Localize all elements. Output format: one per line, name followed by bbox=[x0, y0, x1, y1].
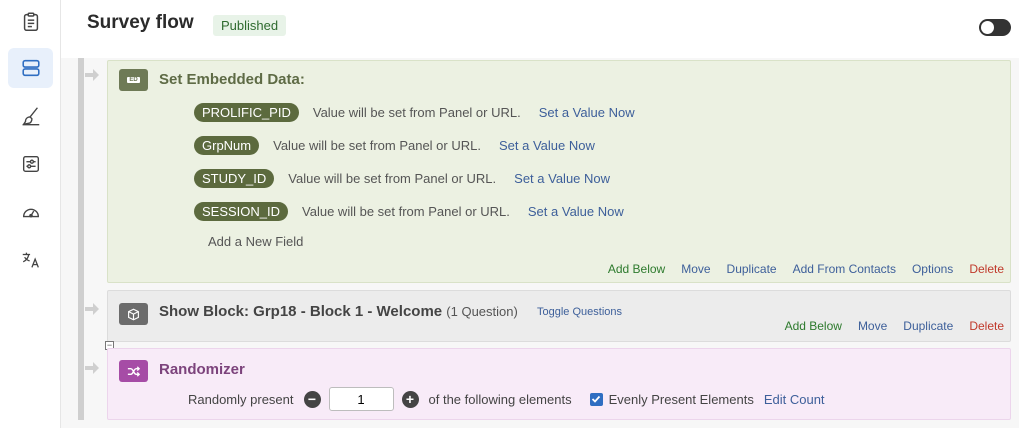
flow-arrow-icon bbox=[85, 69, 99, 81]
left-sidebar bbox=[0, 0, 61, 428]
embedded-field-row: GrpNum Value will be set from Panel or U… bbox=[194, 135, 595, 155]
set-value-link[interactable]: Set a Value Now bbox=[539, 105, 635, 120]
embedded-data-element: ED Set Embedded Data: PROLIFIC_PID Value… bbox=[107, 60, 1011, 283]
move-link[interactable]: Move bbox=[681, 262, 710, 276]
move-link[interactable]: Move bbox=[858, 319, 887, 333]
survey-flow-icon bbox=[21, 59, 40, 77]
set-value-link[interactable]: Set a Value Now bbox=[514, 171, 610, 186]
sidebar-item-survey-options[interactable] bbox=[8, 144, 53, 184]
randomly-present-label: Randomly present bbox=[188, 391, 294, 407]
add-below-link[interactable]: Add Below bbox=[785, 319, 842, 333]
add-from-contacts-link[interactable]: Add From Contacts bbox=[793, 262, 896, 276]
set-value-link[interactable]: Set a Value Now bbox=[528, 204, 624, 219]
translate-icon bbox=[22, 252, 39, 268]
embedded-field-row: PROLIFIC_PID Value will be set from Pane… bbox=[194, 102, 635, 122]
field-value-note: Value will be set from Panel or URL. bbox=[312, 104, 521, 120]
evenly-present-checkbox[interactable] bbox=[589, 392, 603, 406]
status-badge: Published bbox=[213, 15, 287, 36]
show-block-title: Show Block: Grp18 - Block 1 - Welcome (1… bbox=[159, 303, 518, 320]
count-input[interactable] bbox=[328, 387, 394, 411]
sidebar-item-survey[interactable] bbox=[8, 2, 53, 42]
increment-button[interactable]: + bbox=[401, 390, 419, 408]
edit-count-link[interactable]: Edit Count bbox=[764, 392, 825, 407]
flow-arrow-icon bbox=[85, 362, 99, 374]
embedded-data-icon: ED bbox=[119, 69, 148, 91]
show-block-element: Show Block: Grp18 - Block 1 - Welcome (1… bbox=[107, 290, 1011, 342]
sidebar-item-translate[interactable] bbox=[8, 240, 53, 280]
add-below-link[interactable]: Add Below bbox=[608, 262, 665, 276]
following-elements-label: of the following elements bbox=[428, 391, 572, 407]
sliders-icon bbox=[22, 155, 39, 173]
field-value-note: Value will be set from Panel or URL. bbox=[288, 170, 497, 186]
field-name-pill[interactable]: GrpNum bbox=[194, 135, 260, 155]
delete-link[interactable]: Delete bbox=[969, 262, 1004, 276]
delete-link[interactable]: Delete bbox=[969, 319, 1004, 333]
embedded-field-row: STUDY_ID Value will be set from Panel or… bbox=[194, 168, 610, 188]
evenly-present-label: Evenly Present Elements bbox=[608, 391, 754, 407]
randomizer-title: Randomizer bbox=[159, 361, 245, 378]
show-block-actions: Add Below Move Duplicate Delete bbox=[785, 319, 1004, 333]
field-name-pill[interactable]: SESSION_ID bbox=[194, 201, 289, 221]
sidebar-item-look-and-feel[interactable] bbox=[8, 96, 53, 136]
duplicate-link[interactable]: Duplicate bbox=[727, 262, 777, 276]
survey-flow-app: Survey flow Published ED Set Embedded Da… bbox=[0, 0, 1019, 428]
duplicate-link[interactable]: Duplicate bbox=[903, 319, 953, 333]
flow-arrow-icon bbox=[85, 303, 99, 315]
flow-connector-line bbox=[78, 58, 84, 420]
page-title: Survey flow bbox=[87, 12, 194, 33]
set-value-link[interactable]: Set a Value Now bbox=[499, 138, 595, 153]
block-cube-icon bbox=[119, 303, 148, 325]
check-icon bbox=[591, 395, 601, 403]
field-value-note: Value will be set from Panel or URL. bbox=[273, 137, 481, 153]
page-header: Survey flow Published bbox=[61, 0, 1019, 58]
field-name-pill[interactable]: PROLIFIC_PID bbox=[194, 102, 299, 122]
toggle-questions-link[interactable]: Toggle Questions bbox=[537, 306, 622, 318]
embedded-data-title: Set Embedded Data: bbox=[159, 71, 305, 88]
sidebar-item-tools[interactable] bbox=[8, 192, 53, 232]
header-toggle-switch[interactable] bbox=[979, 19, 1011, 36]
decrement-button[interactable]: − bbox=[303, 390, 321, 408]
clipboard-icon bbox=[23, 12, 38, 31]
embedded-data-actions: Add Below Move Duplicate Add From Contac… bbox=[608, 262, 1004, 276]
embedded-field-row: SESSION_ID Value will be set from Panel … bbox=[194, 201, 624, 221]
field-name-pill[interactable]: STUDY_ID bbox=[194, 168, 275, 188]
brush-icon bbox=[21, 107, 39, 126]
flow-canvas: ED Set Embedded Data: PROLIFIC_PID Value… bbox=[61, 58, 1019, 428]
randomizer-element: Randomizer Randomly present − + of the f… bbox=[107, 348, 1011, 420]
shuffle-icon bbox=[119, 360, 148, 382]
field-value-note: Value will be set from Panel or URL. bbox=[302, 203, 510, 219]
randomizer-controls: Randomly present − + of the following el… bbox=[188, 387, 825, 411]
question-count: (1 Question) bbox=[446, 304, 518, 319]
gauge-icon bbox=[22, 208, 39, 218]
options-link[interactable]: Options bbox=[912, 262, 953, 276]
add-new-field-link[interactable]: Add a New Field bbox=[208, 234, 303, 249]
sidebar-item-survey-flow[interactable] bbox=[8, 48, 53, 88]
